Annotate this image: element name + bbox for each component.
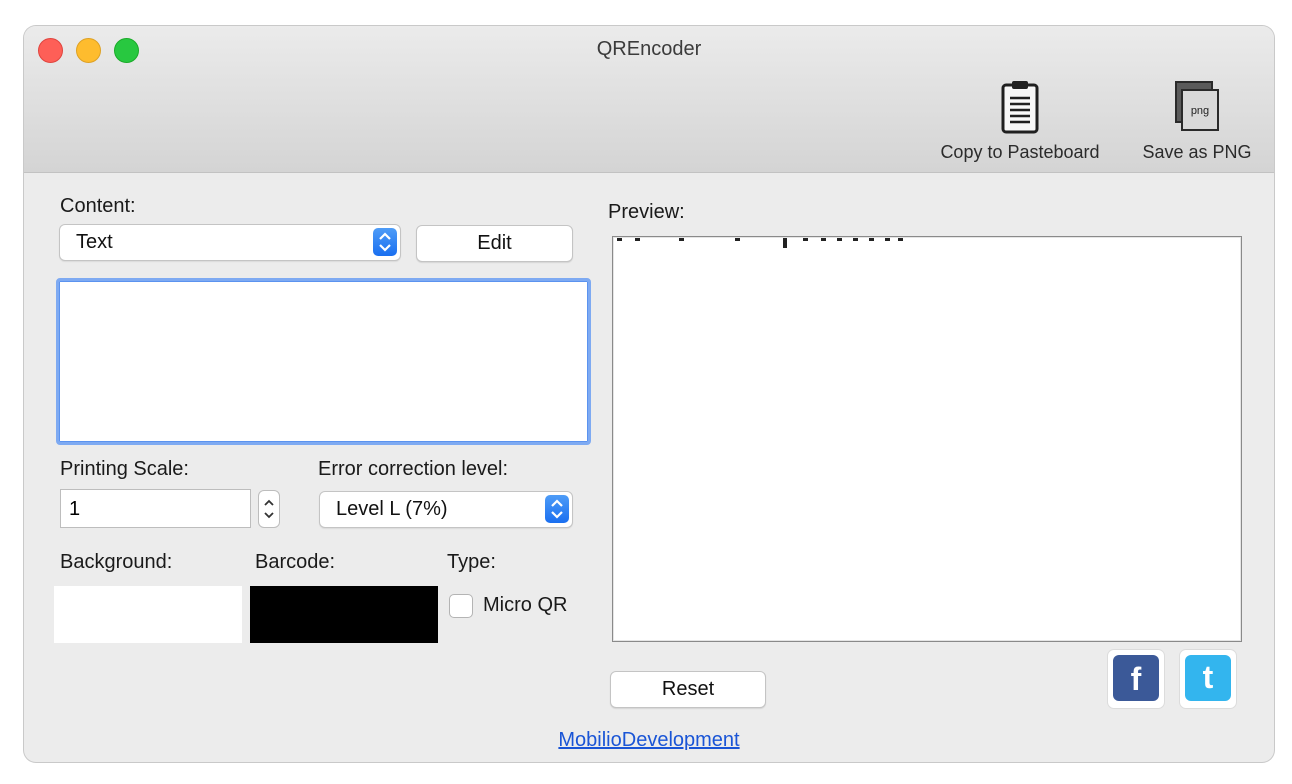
titlebar-toolbar: QREncoder Copy to Pasteboard png Save as… [24, 26, 1274, 173]
printing-scale-stepper[interactable] [258, 490, 280, 528]
edit-button[interactable]: Edit [416, 225, 573, 262]
printing-scale-field[interactable]: 1 [60, 489, 251, 528]
reset-button[interactable]: Reset [610, 671, 766, 708]
facebook-share-button[interactable]: f [1108, 650, 1164, 708]
type-label: Type: [447, 551, 496, 573]
save-as-png-label: Save as PNG [1142, 142, 1252, 162]
mobilio-development-link[interactable]: MobilioDevelopment [24, 729, 1274, 752]
qr-preview-fragment [617, 238, 903, 248]
chevron-updown-icon [545, 495, 569, 523]
micro-qr-label: Micro QR [483, 594, 568, 616]
facebook-icon: f [1113, 655, 1159, 701]
content-type-value: Text [76, 231, 113, 253]
content-label: Content: [60, 195, 136, 217]
save-as-png-button[interactable]: png Save as PNG [1132, 80, 1262, 163]
twitter-share-button[interactable]: t [1180, 650, 1236, 708]
background-label: Background: [60, 551, 173, 573]
app-window: QREncoder Copy to Pasteboard png Save as… [24, 26, 1274, 762]
error-correction-value: Level L (7%) [336, 498, 448, 520]
background-color-well[interactable] [54, 586, 242, 643]
stepper-arrows-icon [264, 499, 274, 519]
content-text-area[interactable] [56, 278, 591, 445]
facebook-glyph: f [1130, 661, 1142, 697]
png-file-icon: png [1175, 81, 1219, 131]
chevron-updown-icon [373, 228, 397, 256]
window-title: QREncoder [596, 38, 702, 60]
printing-scale-label: Printing Scale: [60, 458, 189, 480]
clipboard-icon [1001, 81, 1039, 134]
content-type-select[interactable]: Text [59, 224, 401, 261]
copy-to-pasteboard-label: Copy to Pasteboard [940, 142, 1100, 162]
error-correction-label: Error correction level: [318, 458, 509, 480]
twitter-glyph: t [1202, 659, 1214, 695]
printing-scale-value: 1 [69, 498, 81, 520]
qr-preview-area [612, 236, 1242, 642]
copy-to-pasteboard-button[interactable]: Copy to Pasteboard [922, 80, 1118, 163]
error-correction-select[interactable]: Level L (7%) [319, 491, 573, 528]
preview-label: Preview: [608, 201, 685, 223]
twitter-icon: t [1185, 655, 1231, 701]
micro-qr-checkbox[interactable] [449, 594, 473, 618]
png-badge: png [1191, 105, 1209, 117]
barcode-label: Barcode: [255, 551, 336, 573]
barcode-color-well[interactable] [250, 586, 438, 643]
